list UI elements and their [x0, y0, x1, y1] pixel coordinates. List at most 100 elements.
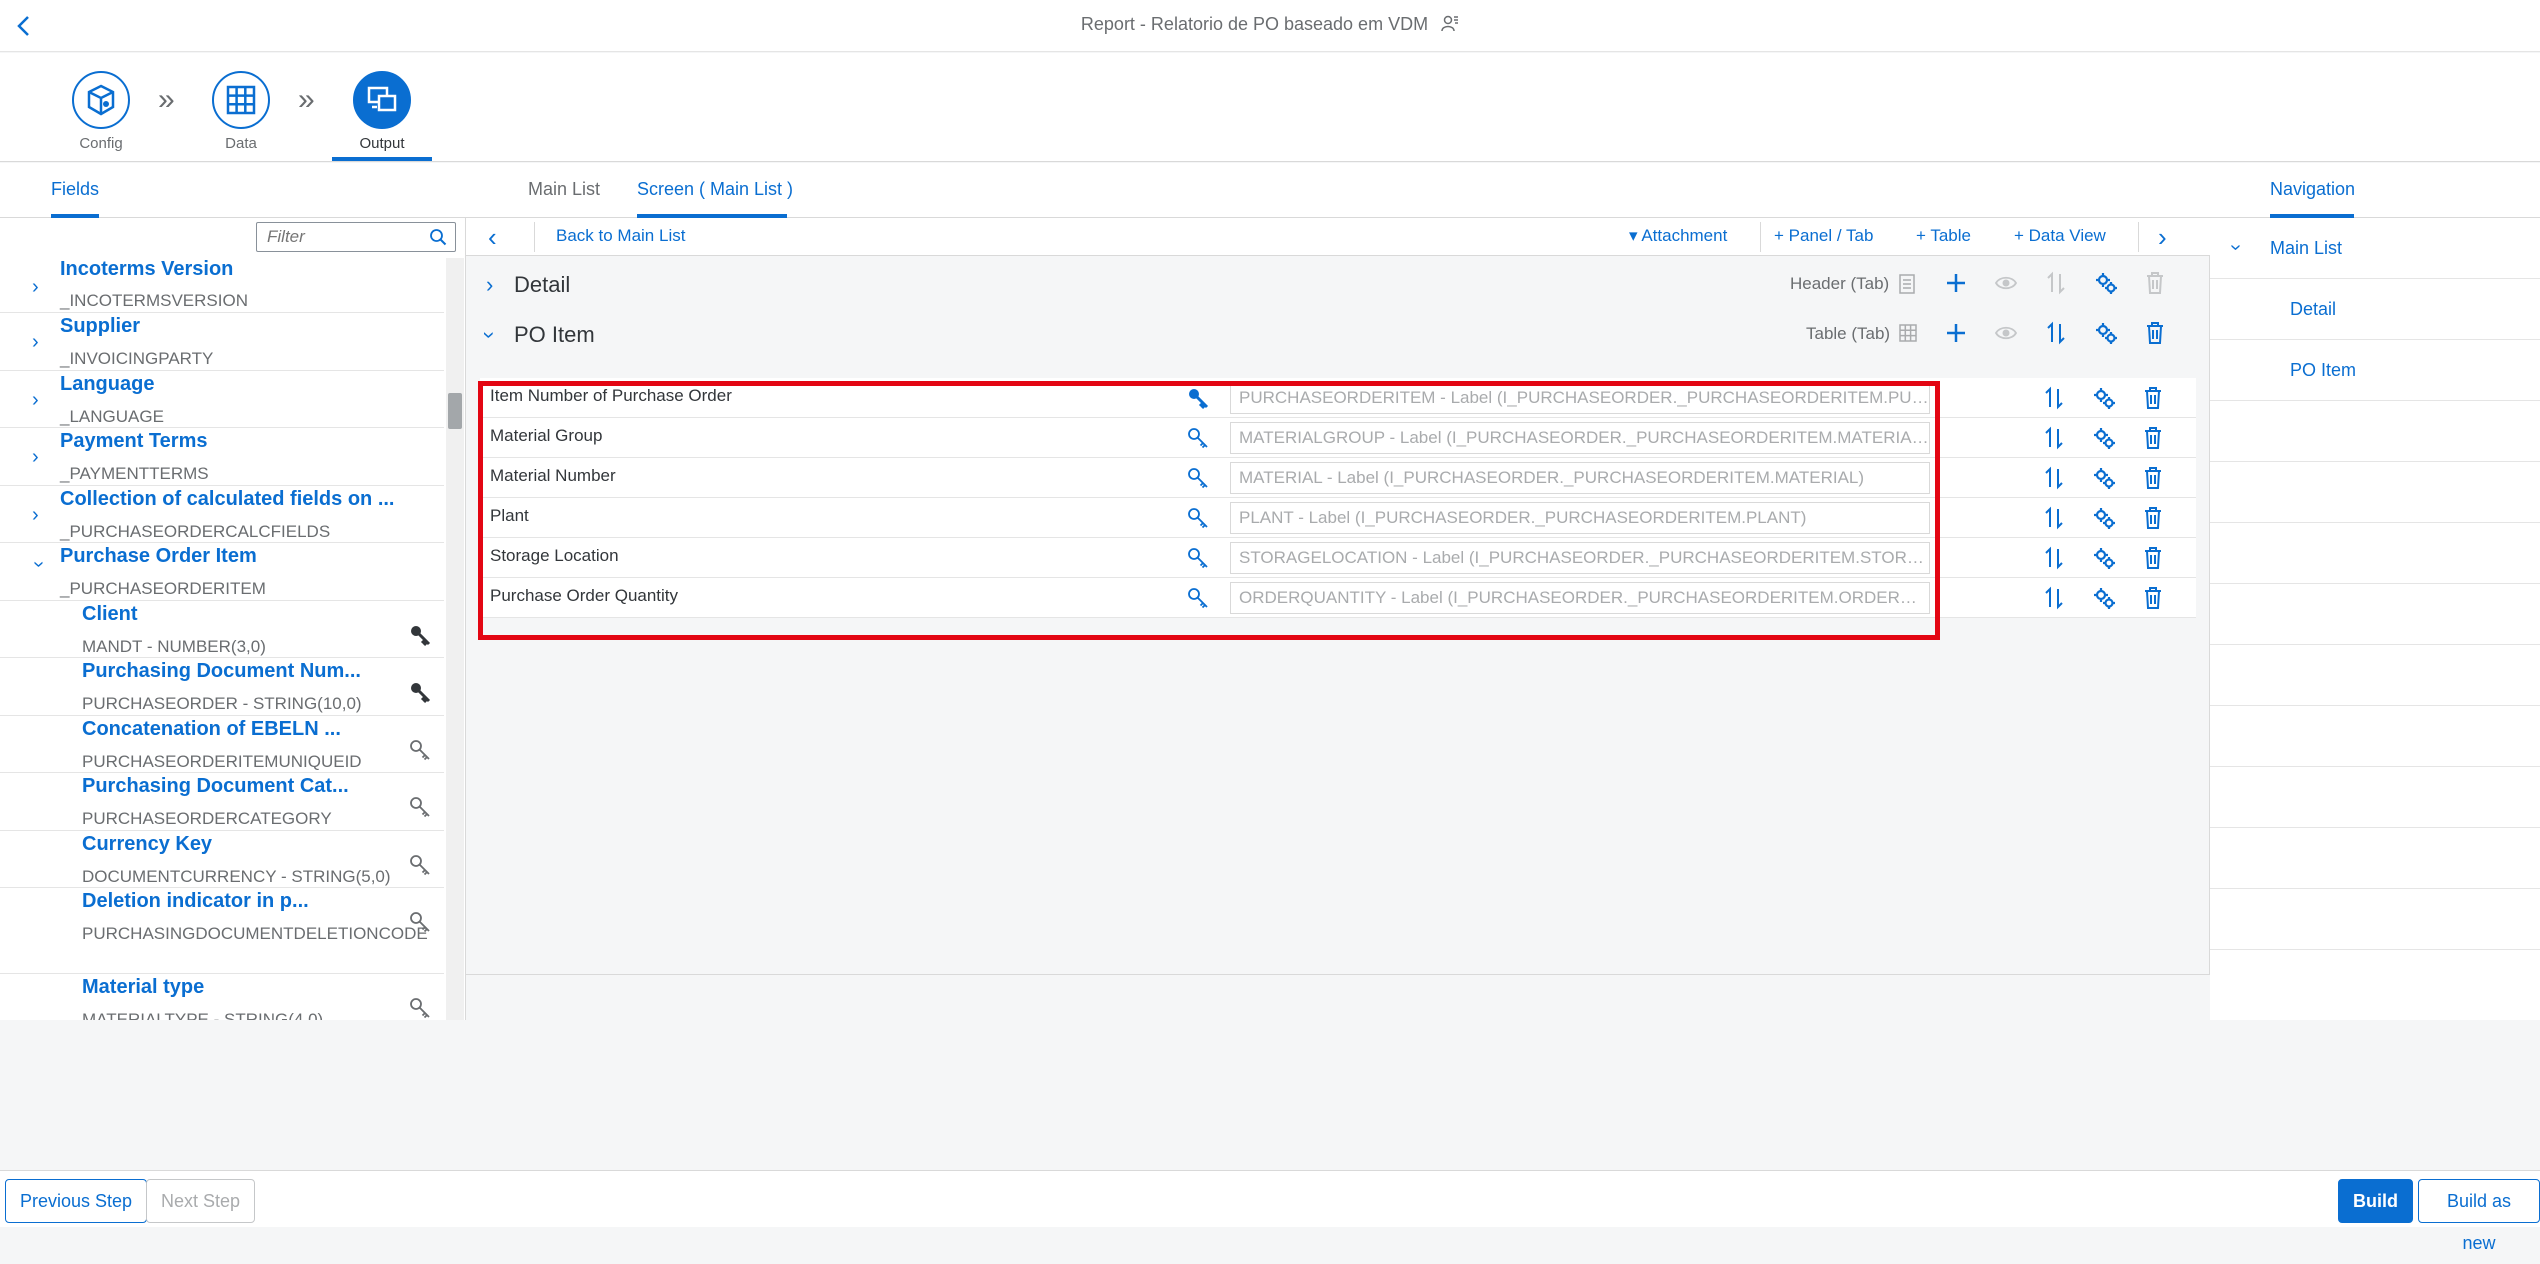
chevron-right-icon[interactable]: › — [32, 504, 50, 526]
sort-icon[interactable] — [2042, 426, 2066, 455]
tree-scrollbar[interactable] — [446, 258, 464, 1020]
tree-child-node[interactable]: Material type MATERIALTYPE - STRING(4,0) — [0, 974, 444, 1020]
sort-icon[interactable] — [2044, 321, 2068, 350]
label-input[interactable]: STORAGELOCATION - Label (I_PURCHASEORDER… — [1230, 542, 1930, 574]
settings-icon[interactable] — [2092, 466, 2116, 495]
nav-item-detail[interactable]: Detail — [2210, 279, 2540, 340]
delete-icon[interactable] — [2142, 426, 2164, 455]
sort-icon[interactable] — [2042, 386, 2066, 415]
field-row[interactable]: Material Group MATERIALGROUP - Label (I_… — [480, 418, 2196, 458]
chevron-right-icon[interactable]: › — [2158, 222, 2167, 253]
chevron-left-icon[interactable]: ‹ — [488, 222, 497, 253]
chevron-down-icon[interactable]: › — [28, 561, 50, 579]
key-outline-icon[interactable] — [408, 853, 432, 882]
scrollbar-thumb[interactable] — [448, 393, 462, 429]
sort-icon[interactable] — [2042, 506, 2066, 535]
key-outline-icon[interactable] — [408, 996, 432, 1020]
step-config[interactable]: Config — [51, 71, 151, 152]
settings-icon[interactable] — [2092, 506, 2116, 535]
attachment-button[interactable]: ▾ Attachment — [1629, 226, 1727, 246]
previous-step-button[interactable]: Previous Step — [5, 1179, 148, 1223]
key-outline-icon[interactable] — [408, 795, 432, 824]
label-input[interactable]: MATERIALGROUP - Label (I_PURCHASEORDER._… — [1230, 422, 1930, 454]
delete-icon[interactable] — [2142, 546, 2164, 575]
settings-icon[interactable] — [2092, 386, 2116, 415]
chevron-right-icon[interactable]: › — [32, 331, 50, 353]
next-step-button[interactable]: Next Step — [146, 1179, 256, 1223]
tree-node[interactable]: › Collection of calculated fields on ...… — [0, 486, 444, 543]
field-row[interactable]: Storage Location STORAGELOCATION - Label… — [480, 538, 2196, 578]
field-row[interactable]: Purchase Order Quantity ORDERQUANTITY - … — [480, 578, 2196, 618]
chevron-right-icon[interactable]: › — [32, 389, 50, 411]
add-table-button[interactable]: + Table — [1916, 226, 1971, 246]
key-outline-icon[interactable] — [1186, 426, 1210, 455]
key-outline-icon[interactable] — [1186, 506, 1210, 535]
tree-child-node[interactable]: Concatenation of EBELN ... PURCHASEORDER… — [0, 716, 444, 773]
settings-icon[interactable] — [2092, 426, 2116, 455]
key-outline-icon[interactable] — [408, 738, 432, 767]
settings-icon[interactable] — [2094, 321, 2118, 350]
nav-item-po-item[interactable]: PO Item — [2210, 340, 2540, 401]
search-icon[interactable] — [429, 228, 447, 251]
sort-icon[interactable] — [2042, 586, 2066, 615]
field-row[interactable]: Material Number MATERIAL - Label (I_PURC… — [480, 458, 2196, 498]
field-row[interactable]: Plant PLANT - Label (I_PURCHASEORDER._PU… — [480, 498, 2196, 538]
label-input[interactable]: MATERIAL - Label (I_PURCHASEORDER._PURCH… — [1230, 462, 1930, 494]
delete-icon[interactable] — [2142, 386, 2164, 415]
key-outline-icon[interactable] — [1186, 586, 1210, 615]
sort-icon[interactable] — [2042, 466, 2066, 495]
user-settings-icon[interactable] — [1441, 14, 1459, 37]
label-input[interactable]: ORDERQUANTITY - Label (I_PURCHASEORDER._… — [1230, 582, 1930, 614]
settings-icon[interactable] — [2092, 546, 2116, 575]
tree-node[interactable]: › Supplier _INVOICINGPARTY — [0, 313, 444, 371]
key-outline-icon[interactable] — [1186, 546, 1210, 575]
filter-input[interactable] — [257, 223, 417, 251]
add-data-view-button[interactable]: + Data View — [2014, 226, 2106, 246]
delete-icon[interactable] — [2142, 466, 2164, 495]
nav-item-main-list[interactable]: › Main List — [2210, 218, 2540, 279]
chevron-right-icon[interactable]: › — [32, 446, 50, 468]
chevron-down-icon[interactable]: › — [477, 331, 503, 338]
build-as-new-button[interactable]: Build as new — [2418, 1179, 2540, 1253]
delete-icon[interactable] — [2142, 506, 2164, 535]
add-panel-tab-button[interactable]: + Panel / Tab — [1774, 226, 1873, 246]
key-outline-icon[interactable] — [408, 910, 432, 939]
tree-child-node[interactable]: Purchasing Document Num... PURCHASEORDER… — [0, 658, 444, 716]
key-outline-icon[interactable] — [1186, 466, 1210, 495]
tab-navigation[interactable]: Navigation — [2270, 179, 2355, 200]
tree-node[interactable]: › Incoterms Version _INCOTERMSVERSION — [0, 258, 444, 313]
step-output[interactable]: Output — [332, 71, 432, 152]
add-icon[interactable] — [1944, 271, 1968, 300]
label-input[interactable]: PLANT - Label (I_PURCHASEORDER._PURCHASE… — [1230, 502, 1930, 534]
label-input[interactable]: PURCHASEORDERITEM - Label (I_PURCHASEORD… — [1230, 382, 1930, 414]
build-button[interactable]: Build — [2338, 1179, 2413, 1223]
tree-node[interactable]: › Language _LANGUAGE — [0, 371, 444, 428]
tree-child-node[interactable]: Deletion indicator in p... PURCHASINGDOC… — [0, 888, 444, 974]
delete-icon[interactable] — [2142, 586, 2164, 615]
visibility-icon[interactable] — [1994, 321, 2018, 350]
tree-node[interactable]: › Payment Terms _PAYMENTTERMS — [0, 428, 444, 486]
tab-fields[interactable]: Fields — [51, 179, 99, 200]
sort-icon[interactable] — [2042, 546, 2066, 575]
chevron-down-icon[interactable]: › — [2224, 244, 2247, 251]
add-icon[interactable] — [1944, 321, 1968, 350]
back-to-main-list-link[interactable]: Back to Main List — [556, 226, 685, 246]
filter-field[interactable] — [256, 222, 456, 252]
key-filled-icon[interactable] — [408, 680, 432, 709]
delete-icon[interactable] — [2144, 271, 2166, 300]
settings-icon[interactable] — [2094, 271, 2118, 300]
field-row[interactable]: Item Number of Purchase Order PURCHASEOR… — [480, 378, 2196, 418]
settings-icon[interactable] — [2092, 586, 2116, 615]
step-data[interactable]: Data — [191, 71, 291, 152]
tab-screen[interactable]: Screen ( Main List ) — [637, 179, 793, 200]
tree-child-node[interactable]: Client MANDT - NUMBER(3,0) — [0, 601, 444, 658]
key-filled-icon[interactable] — [408, 623, 432, 652]
tab-main-list[interactable]: Main List — [528, 179, 600, 200]
tree-child-node[interactable]: Purchasing Document Cat... PURCHASEORDER… — [0, 773, 444, 831]
chevron-right-icon[interactable]: › — [486, 272, 493, 298]
visibility-icon[interactable] — [1994, 271, 2018, 300]
chevron-right-icon[interactable]: › — [32, 276, 50, 298]
tree-child-node[interactable]: Currency Key DOCUMENTCURRENCY - STRING(5… — [0, 831, 444, 888]
delete-icon[interactable] — [2144, 321, 2166, 350]
tree-node-expanded[interactable]: › Purchase Order Item _PURCHASEORDERITEM — [0, 543, 444, 601]
